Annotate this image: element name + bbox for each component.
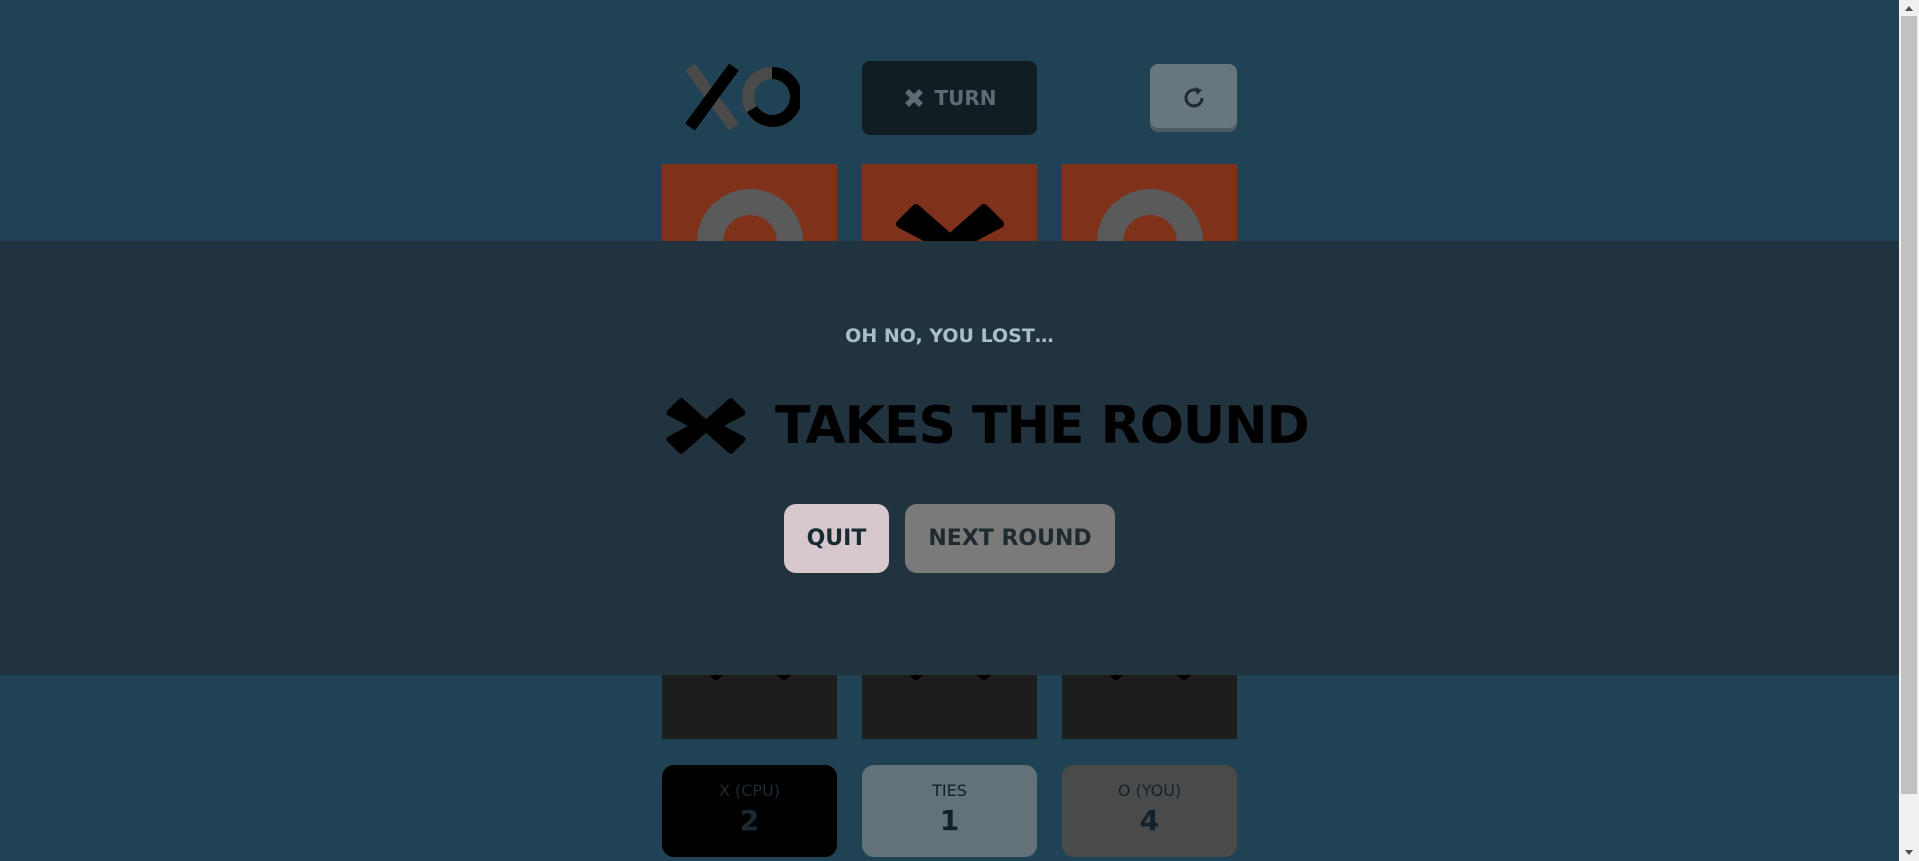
round-result-modal: OH NO, YOU LOST… TAKES THE ROUND QUIT NE… — [0, 241, 1899, 675]
scroll-down-icon[interactable] — [1905, 850, 1913, 855]
quit-button[interactable]: QUIT — [784, 504, 889, 573]
x-icon — [666, 398, 746, 454]
score-o-value: 4 — [1139, 804, 1160, 837]
restart-button[interactable] — [1150, 64, 1237, 132]
score-ties-label: TIES — [932, 781, 967, 800]
score-ties-value: 1 — [939, 804, 960, 837]
score-o-you: O (YOU) 4 — [1062, 765, 1237, 857]
next-round-button[interactable]: NEXT ROUND — [905, 504, 1115, 573]
score-ties: TIES 1 — [862, 765, 1037, 857]
scoreboard: X (CPU) 2 TIES 1 O (YOU) 4 — [662, 765, 1237, 857]
page-scrollbar[interactable] — [1899, 0, 1919, 861]
result-title: TAKES THE ROUND — [775, 396, 1310, 456]
scrollbar-thumb[interactable] — [1901, 16, 1917, 794]
score-x-cpu: X (CPU) 2 — [662, 765, 837, 857]
result-heading: TAKES THE ROUND — [665, 385, 1310, 467]
xo-logo — [685, 63, 800, 131]
score-o-label: O (YOU) — [1117, 781, 1182, 800]
turn-indicator: TURN — [862, 61, 1037, 135]
result-subtitle: OH NO, YOU LOST… — [845, 325, 1054, 347]
score-x-value: 2 — [739, 804, 760, 837]
game-container: TURN X (CPU) 2 TIES 1 O (YOU) 4 — [662, 61, 1237, 857]
score-x-label: X (CPU) — [718, 781, 781, 800]
scroll-up-icon[interactable] — [1905, 6, 1913, 11]
game-header: TURN — [662, 61, 1237, 135]
turn-label: TURN — [934, 86, 997, 110]
restart-icon — [1184, 87, 1203, 108]
x-icon — [905, 89, 924, 107]
